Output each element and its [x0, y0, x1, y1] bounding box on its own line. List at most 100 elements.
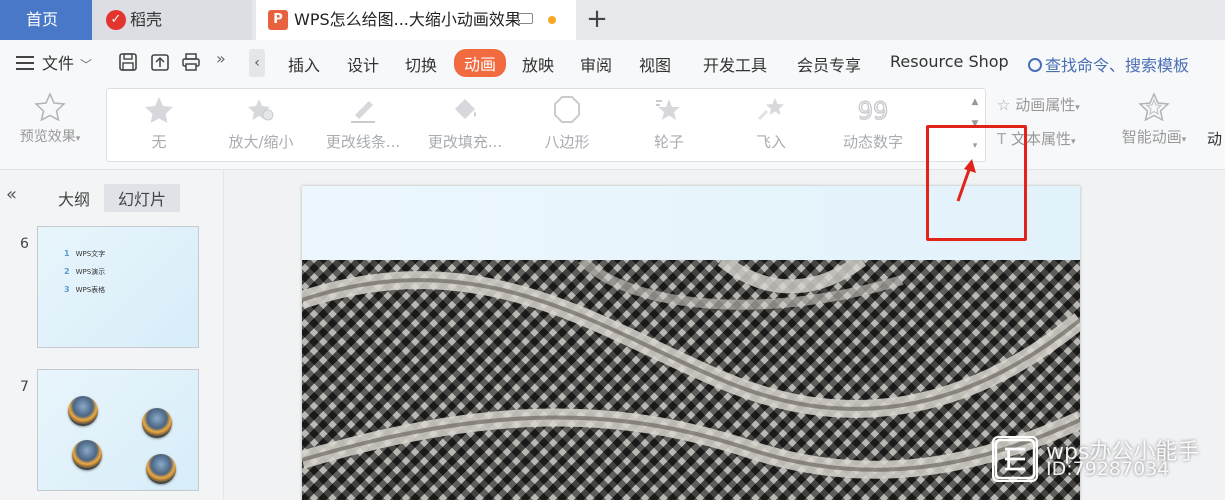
gallery-item-wheel[interactable]: 轮子	[619, 95, 719, 152]
menu-view[interactable]: 视图	[639, 52, 671, 76]
tab-outline[interactable]: 大纲	[58, 186, 90, 210]
watermark: wps办公小能手 ID:79287034	[992, 434, 1222, 484]
dropdown-arrow-icon: ▾	[75, 134, 81, 144]
gallery-item-label: 飞入	[755, 133, 786, 151]
orb-image	[72, 440, 102, 470]
fly-in-star-icon	[757, 98, 784, 121]
thumb-list-text: WPS表格	[75, 286, 106, 294]
slide-number: 7	[20, 379, 29, 395]
search-icon	[1028, 58, 1042, 72]
gallery-item-change-line[interactable]: 更改线条...	[313, 95, 413, 152]
menu-animation[interactable]: 动画	[454, 49, 507, 77]
gallery-item-label: 更改填充...	[427, 133, 503, 151]
watermark-logo-icon	[992, 436, 1038, 482]
slides-panel: « 大纲 幻灯片 6 1 WPS文字 2 WPS演示 3 WPS表格 7	[0, 170, 224, 500]
tab-daoke[interactable]: ✓ 稻壳	[92, 0, 252, 40]
tab-bar: 首页 ✓ 稻壳 P WPS怎么给图...大缩小动画效果 +	[0, 0, 1225, 40]
paint-bucket-icon	[455, 99, 476, 119]
tab-home[interactable]: 首页	[0, 0, 92, 40]
thumb-list-number: 2	[64, 267, 70, 276]
zoom-star-icon	[248, 99, 274, 121]
daoke-logo-icon: ✓	[106, 10, 126, 30]
collapse-panel-icon[interactable]: «	[6, 184, 17, 205]
gallery-item-label: 放大/缩小	[228, 133, 294, 151]
gallery-item-label: 轮子	[653, 133, 684, 151]
animation-ribbon: 预览效果▾ 无 放大/缩小 更改线条... 更改填充... 八边形 轮子 飞入 …	[0, 84, 1225, 170]
gallery-item-dynamic-number[interactable]: 99 动态数字	[823, 95, 923, 152]
svg-text:99: 99	[858, 97, 889, 125]
thumb-list-number: 3	[64, 285, 70, 294]
orb-image	[68, 396, 98, 426]
hamburger-icon	[16, 56, 34, 70]
menu-design[interactable]: 设计	[347, 52, 379, 76]
animation-gallery: 无 放大/缩小 更改线条... 更改填充... 八边形 轮子 飞入 99 动态数…	[106, 88, 986, 162]
gallery-item-zoom[interactable]: 放大/缩小	[211, 95, 311, 152]
menu-transition[interactable]: 切换	[405, 52, 437, 76]
menu-insert[interactable]: 插入	[288, 52, 320, 76]
animation-properties-button[interactable]: ☆ 动画属性▾	[997, 94, 1080, 115]
menu-bar: 文件 ﹀ » ‹ 插入 设计 切换 动画 放映 审阅 视图 开发工具 会员专享 R…	[0, 40, 1225, 84]
gallery-item-none[interactable]: 无	[109, 95, 209, 152]
preview-effect-label: 预览效果	[19, 129, 76, 145]
gallery-item-octagon[interactable]: 八边形	[517, 95, 617, 152]
pen-line-icon	[351, 101, 375, 123]
preview-effect-button[interactable]: 预览效果▾	[10, 92, 90, 146]
wheel-star-icon	[656, 99, 680, 120]
gallery-scroll-up-button[interactable]: ▲	[967, 91, 983, 113]
export-icon[interactable]	[150, 52, 170, 72]
thumb-list-text: WPS演示	[75, 268, 106, 276]
star-icon	[145, 97, 173, 123]
menu-member[interactable]: 会员专享	[797, 52, 861, 76]
new-tab-button[interactable]: +	[584, 0, 610, 40]
menu-slideshow[interactable]: 放映	[522, 52, 554, 76]
orb-image	[146, 454, 176, 484]
more-quick-access-button[interactable]: »	[216, 49, 226, 68]
gallery-item-label: 更改线条...	[325, 133, 401, 151]
metal-mesh-picture[interactable]	[302, 260, 1080, 500]
animation-properties-icon: ☆	[997, 96, 1011, 114]
thumb-list-item: 2 WPS演示	[64, 267, 105, 277]
gallery-item-label: 无	[151, 133, 167, 151]
truncated-ribbon-label[interactable]: 动	[1207, 128, 1222, 149]
command-search[interactable]: 查找命令、搜索模板	[1028, 52, 1189, 76]
gallery-item-label: 动态数字	[842, 133, 903, 151]
tab-slides[interactable]: 幻灯片	[104, 184, 181, 212]
dynamic-number-icon: 99	[857, 96, 889, 125]
menu-resource-shop[interactable]: Resource Shop	[890, 52, 1009, 71]
unsaved-dot-icon	[548, 16, 556, 24]
file-menu-label: 文件	[42, 54, 75, 73]
slide-thumbnail-6[interactable]: 1 WPS文字 2 WPS演示 3 WPS表格	[37, 226, 199, 348]
watermark-id: ID:79287034	[1046, 458, 1170, 480]
star-outline-icon	[34, 92, 66, 122]
smart-animation-button[interactable]: 智能动画▾	[1112, 92, 1196, 147]
annotation-arrow-icon	[956, 159, 976, 202]
thumb-list-number: 1	[64, 249, 70, 258]
gallery-item-fly-in[interactable]: 飞入	[721, 95, 821, 152]
thumb-list-item: 1 WPS文字	[64, 249, 105, 259]
gallery-item-change-fill[interactable]: 更改填充...	[415, 95, 515, 152]
menu-developer[interactable]: 开发工具	[703, 52, 767, 76]
ribbon-collapse-button[interactable]: ‹	[249, 49, 265, 77]
slide-thumbnail-7[interactable]	[37, 369, 199, 491]
command-search-label: 查找命令、搜索模板	[1045, 56, 1190, 75]
tab-document-controls	[256, 0, 576, 40]
dropdown-arrow-icon: ▾	[1070, 137, 1076, 147]
monitor-icon[interactable]	[518, 13, 533, 24]
smart-animation-label: 智能动画	[1121, 128, 1182, 146]
metal-curves-decoration	[302, 260, 1080, 479]
dropdown-arrow-icon: ▾	[1181, 135, 1187, 145]
file-menu[interactable]: 文件 ﹀	[16, 50, 92, 74]
orb-image	[142, 408, 172, 438]
smart-star-icon	[1138, 92, 1170, 122]
thumb-list-item: 3 WPS表格	[64, 285, 105, 295]
tab-daoke-label: 稻壳	[130, 10, 163, 29]
octagon-icon	[554, 96, 580, 123]
menu-review[interactable]: 审阅	[580, 52, 612, 76]
gallery-item-label: 八边形	[544, 133, 590, 151]
print-icon[interactable]	[181, 52, 201, 72]
save-icon[interactable]	[118, 52, 138, 72]
slide-number: 6	[20, 236, 29, 252]
dropdown-arrow-icon: ▾	[1075, 103, 1080, 113]
animation-properties-label: 动画属性	[1015, 96, 1076, 114]
thumb-list-text: WPS文字	[75, 250, 106, 258]
